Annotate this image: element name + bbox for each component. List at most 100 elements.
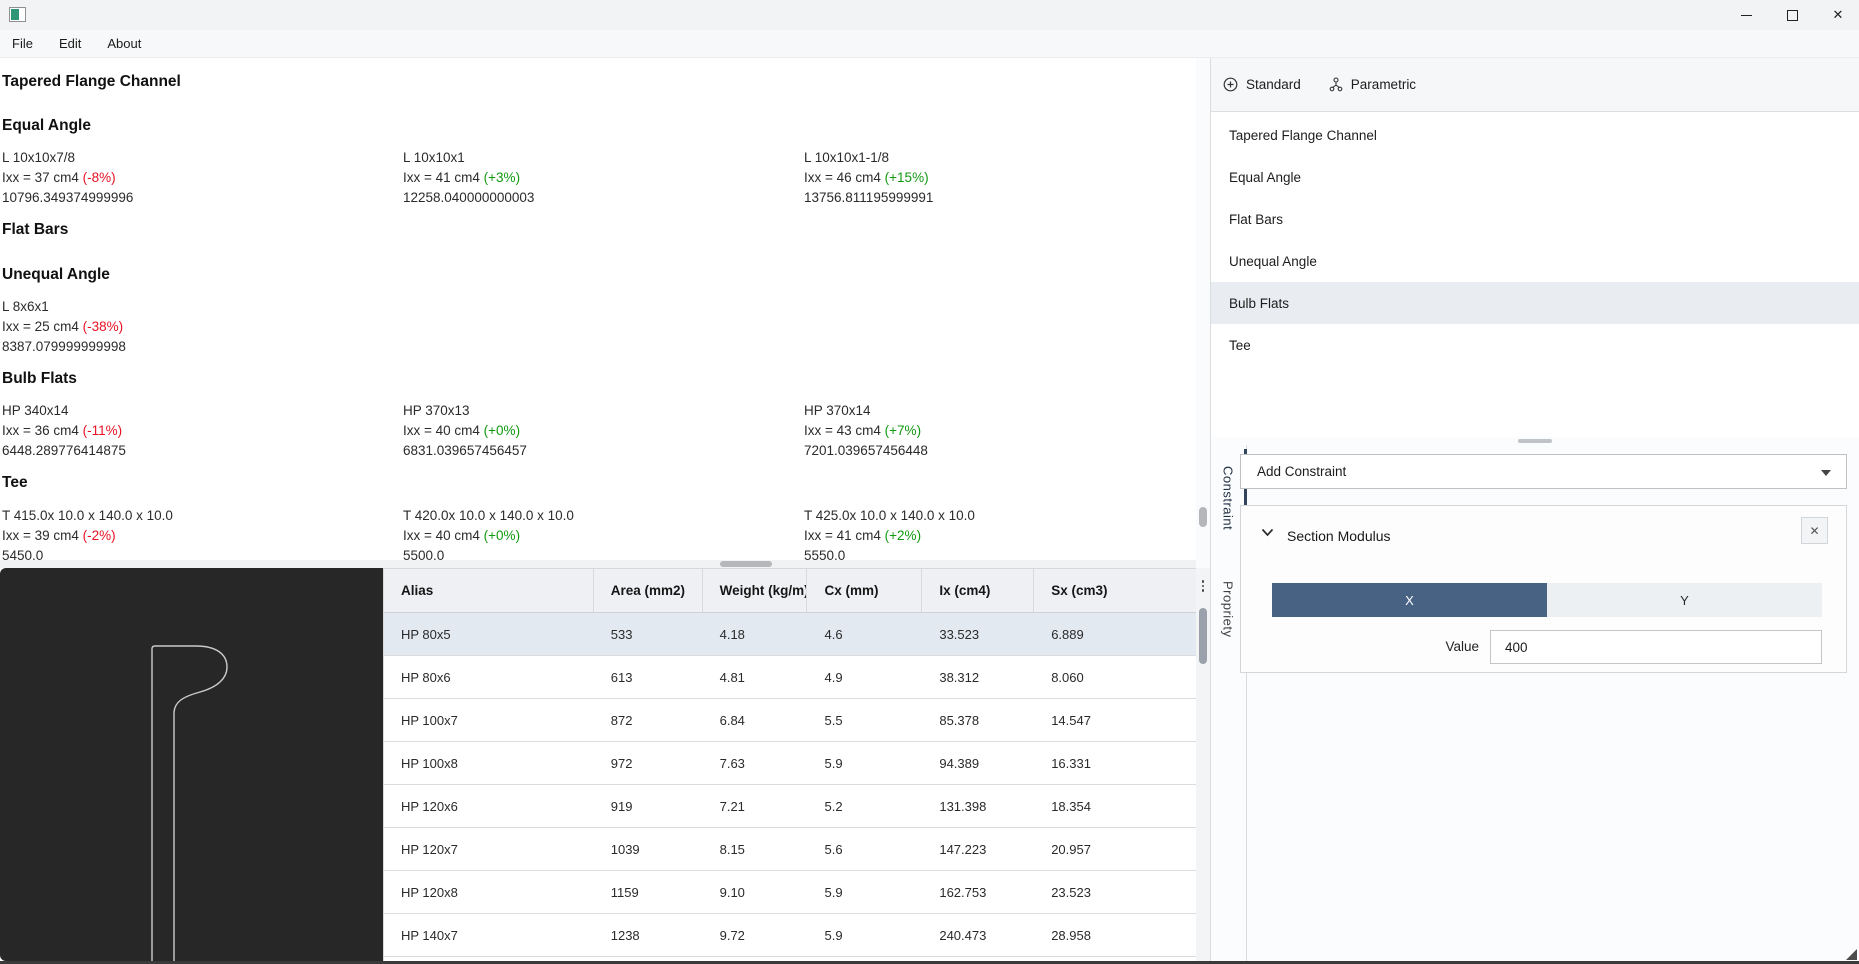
section-type-list: Tapered Flange ChannelEqual AngleFlat Ba… — [1211, 112, 1859, 437]
candidate-section[interactable]: T 425.0x 10.0 x 140.0 x 10.0Ixx = 41 cm4… — [804, 506, 1205, 566]
table-cell: HP 140x7 — [384, 914, 594, 956]
section-items-row: L 8x6x1Ixx = 25 cm4 (-38%)8387.079999999… — [2, 297, 403, 357]
close-button[interactable]: ✕ — [1815, 0, 1859, 30]
section-type-item[interactable]: Equal Angle — [1211, 156, 1859, 198]
table-cell: 8.15 — [703, 828, 808, 870]
table-row[interactable]: HP 100x89727.635.994.38916.331 — [384, 742, 1196, 785]
table-row[interactable]: HP 80x66134.814.938.3128.060 — [384, 656, 1196, 699]
splitter-grip[interactable] — [1518, 439, 1552, 443]
plus-circle-icon — [1223, 77, 1238, 92]
section-type-item[interactable]: Tapered Flange Channel — [1211, 114, 1859, 156]
table-row[interactable]: HP 120x69197.215.2131.39818.354 — [384, 785, 1196, 828]
table-cell: 919 — [594, 785, 703, 827]
table-row[interactable]: HP 140x712389.725.9240.47328.958 — [384, 914, 1196, 957]
horizontal-scrollbar-thumb[interactable] — [720, 561, 772, 567]
candidate-ixx: Ixx = 41 cm4 (+2%) — [804, 526, 1205, 546]
table-options-dots-icon[interactable] — [1196, 575, 1210, 597]
table-cell: 28.958 — [1034, 914, 1196, 956]
candidate-raw-value: 6831.039657456457 — [403, 441, 804, 461]
horizontal-scrollbar[interactable] — [0, 560, 1196, 568]
tab-standard-label: Standard — [1246, 77, 1301, 92]
table-cell: 5.9 — [807, 871, 922, 913]
candidate-section[interactable]: HP 370x13Ixx = 40 cm4 (+0%)6831.03965745… — [403, 401, 804, 461]
section-heading: Equal Angle — [2, 116, 91, 136]
section-type-item[interactable]: Tee — [1211, 324, 1859, 366]
table-cell: 5.2 — [807, 785, 922, 827]
value-input[interactable] — [1490, 630, 1822, 664]
tab-standard[interactable]: Standard — [1223, 77, 1301, 92]
table-cell: 85.378 — [922, 699, 1034, 741]
minimize-button[interactable] — [1723, 0, 1769, 30]
menubar-items: File Edit About — [12, 36, 167, 51]
candidate-section[interactable]: HP 340x14Ixx = 36 cm4 (-11%)6448.2897764… — [2, 401, 403, 461]
candidate-section[interactable]: L 10x10x1-1/8Ixx = 46 cm4 (+15%)13756.81… — [804, 148, 1205, 208]
table-cell: 4.18 — [703, 613, 808, 655]
table-scrollbar-thumb[interactable] — [1199, 608, 1207, 664]
table-cell: 23.523 — [1034, 871, 1196, 913]
table-row[interactable]: HP 120x710398.155.6147.22320.957 — [384, 828, 1196, 871]
section-type-item[interactable]: Flat Bars — [1211, 198, 1859, 240]
table-cell: 38.312 — [922, 656, 1034, 698]
table-row[interactable]: HP 100x78726.845.585.37814.547 — [384, 699, 1196, 742]
table-header-cell[interactable]: Weight (kg/m) — [703, 569, 808, 612]
table-header-cell[interactable]: Ix (cm4) — [922, 569, 1034, 612]
table-header-cell[interactable]: Alias — [384, 569, 594, 612]
candidate-sections-pane: Tapered Flange Channel Equal Angle L 10x10… — [0, 58, 1196, 560]
maximize-button[interactable] — [1769, 0, 1815, 30]
table-cell: 7.63 — [703, 742, 808, 784]
table-cell: 8.060 — [1034, 656, 1196, 698]
axis-toggle: X Y — [1272, 583, 1822, 617]
section-heading: Tapered Flange Channel — [2, 72, 181, 92]
candidate-section[interactable]: L 8x6x1Ixx = 25 cm4 (-38%)8387.079999999… — [2, 297, 403, 357]
table-header-row: AliasArea (mm2)Weight (kg/m)Cx (mm)Ix (c… — [384, 569, 1196, 613]
section-type-item[interactable]: Bulb Flats — [1211, 282, 1859, 324]
candidate-section[interactable]: L 10x10x1Ixx = 41 cm4 (+3%)12258.0400000… — [403, 148, 804, 208]
candidate-name: L 10x10x1-1/8 — [804, 148, 1205, 168]
remove-constraint-button[interactable]: ✕ — [1801, 517, 1828, 544]
candidate-delta: (+7%) — [885, 423, 921, 438]
table-row[interactable]: HP 120x811599.105.9162.75323.523 — [384, 871, 1196, 914]
candidate-delta: (-11%) — [83, 423, 123, 438]
candidate-section[interactable]: HP 370x14Ixx = 43 cm4 (+7%)7201.03965745… — [804, 401, 1205, 461]
table-header-cell[interactable]: Sx (cm3) — [1034, 569, 1196, 612]
candidate-section[interactable]: T 420.0x 10.0 x 140.0 x 10.0Ixx = 40 cm4… — [403, 506, 804, 566]
table-cell: 613 — [594, 656, 703, 698]
resize-grip[interactable] — [1846, 949, 1857, 960]
table-cell: 131.398 — [922, 785, 1034, 827]
vertical-scrollbar-thumb[interactable] — [1199, 507, 1207, 527]
section-heading: Bulb Flats — [2, 369, 77, 389]
axis-x-button[interactable]: X — [1272, 583, 1547, 617]
candidate-delta: (+0%) — [484, 528, 520, 543]
section-type-item[interactable]: Unequal Angle — [1211, 240, 1859, 282]
expander-chevron-down-icon[interactable] — [1261, 528, 1274, 537]
tab-parametric[interactable]: Parametric — [1329, 77, 1416, 92]
menu-about[interactable]: About — [107, 36, 141, 51]
candidate-section[interactable]: L 10x10x7/8Ixx = 37 cm4 (-8%)10796.34937… — [2, 148, 403, 208]
menu-edit[interactable]: Edit — [59, 36, 81, 51]
candidate-delta: (-8%) — [83, 170, 116, 185]
table-cell: 33.523 — [922, 613, 1034, 655]
candidate-delta: (+3%) — [484, 170, 520, 185]
table-cell: 7.21 — [703, 785, 808, 827]
vertical-scrollbar[interactable] — [1196, 58, 1210, 961]
add-constraint-dropdown[interactable]: Add Constraint — [1240, 454, 1847, 489]
section-items-row: L 10x10x7/8Ixx = 37 cm4 (-8%)10796.34937… — [2, 148, 1205, 208]
menu-file[interactable]: File — [12, 36, 33, 51]
table-cell: 5.6 — [807, 828, 922, 870]
candidate-section[interactable]: T 415.0x 10.0 x 140.0 x 10.0Ixx = 39 cm4… — [2, 506, 403, 566]
panel-splitter[interactable] — [1211, 437, 1859, 445]
axis-y-button[interactable]: Y — [1547, 583, 1822, 617]
table-row[interactable]: HP 80x55334.184.633.5236.889 — [384, 613, 1196, 656]
table-header-cell[interactable]: Area (mm2) — [594, 569, 703, 612]
table-header-cell[interactable]: Cx (mm) — [807, 569, 922, 612]
section-preview-canvas[interactable] — [0, 568, 383, 961]
section-modulus-title: Section Modulus — [1287, 528, 1391, 544]
table-cell: 1039 — [594, 828, 703, 870]
close-icon: ✕ — [1809, 524, 1819, 538]
section-heading: Tee — [2, 473, 28, 493]
chevron-down-icon — [1821, 470, 1831, 476]
table-cell: 4.6 — [807, 613, 922, 655]
section-heading: Unequal Angle — [2, 265, 110, 285]
table-cell: 16.331 — [1034, 742, 1196, 784]
table-cell: 18.354 — [1034, 785, 1196, 827]
